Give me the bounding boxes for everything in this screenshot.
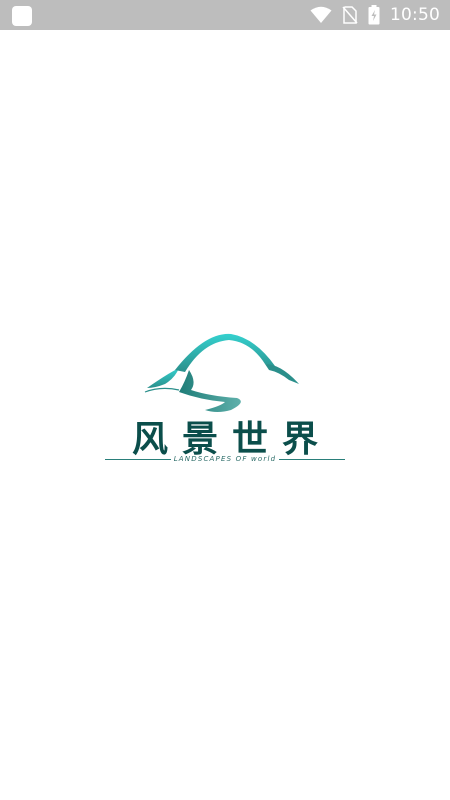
splash-screen: 风景世界 LANDSCAPES OF world [0, 30, 450, 800]
no-sim-icon [342, 6, 358, 24]
status-icons: 10:50 [310, 0, 440, 30]
tagline-row: LANDSCAPES OF world [105, 453, 345, 465]
status-time: 10:50 [390, 5, 440, 25]
wifi-icon [310, 6, 332, 24]
app-notification-icon [12, 6, 32, 26]
tagline-divider-right [279, 458, 345, 460]
battery-charging-icon [368, 5, 380, 25]
status-bar: 10:50 [0, 0, 450, 30]
tagline-divider-left [105, 458, 171, 460]
tagline: LANDSCAPES OF world [173, 455, 277, 463]
